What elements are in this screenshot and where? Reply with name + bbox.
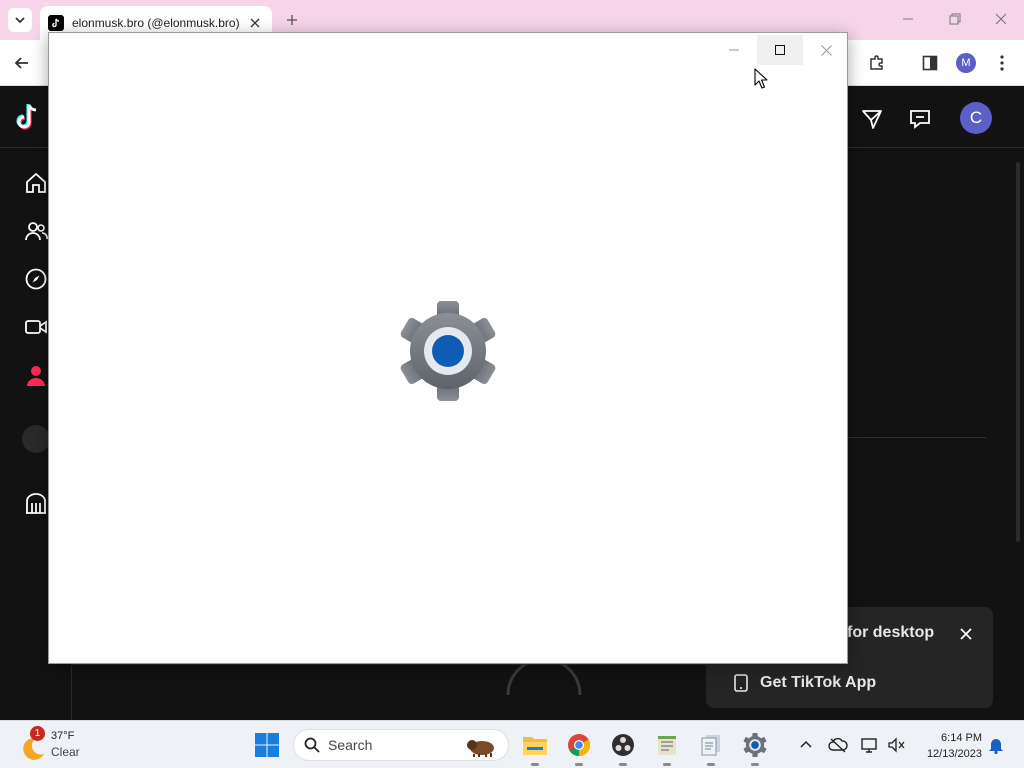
notepad-icon [658,736,676,755]
clock-date: 12/13/2023 [926,748,982,760]
weather-temp: 37°F [51,730,75,742]
plus-icon [287,15,297,25]
chevron-down-icon [15,17,25,24]
document-stack-icon [701,735,720,756]
sidebar-border [71,665,72,720]
settings-maximize-button[interactable] [757,35,803,65]
settings-window [48,32,848,664]
chevron-up-icon [800,740,812,748]
promo-close-button[interactable] [956,624,976,644]
documents-app[interactable] [695,729,727,766]
tiktok-favicon-icon [48,15,64,31]
live-video-icon[interactable] [22,313,50,341]
home-icon[interactable] [22,169,50,197]
close-icon [960,628,972,640]
file-explorer-app[interactable] [519,729,551,766]
settings-gear-icon [743,733,767,757]
more-vertical-icon [1000,55,1004,71]
content-bottom-border [72,664,712,665]
explore-compass-icon[interactable] [22,265,50,293]
running-indicator [531,763,539,766]
weather-condition: Clear [51,745,80,759]
chrome-icon [568,734,590,756]
volume-muted-icon[interactable] [886,735,906,755]
notepad-app[interactable] [651,729,683,766]
tiktok-logo-icon[interactable] [14,103,42,131]
running-indicator [751,763,759,766]
search-icon [304,737,320,753]
close-icon [995,13,1007,25]
user-avatar[interactable]: C [960,102,992,134]
running-indicator [663,763,671,766]
browser-restore-button[interactable] [944,8,966,30]
taskbar: 1 37°F Clear Search 6:14 PM 12/13/2023 [0,720,1024,768]
close-icon [820,44,832,56]
phone-icon [734,674,748,692]
notifications-bell-icon[interactable] [986,735,1006,755]
tab-title: elonmusk.bro (@elonmusk.bro) [72,16,240,30]
settings-gear-icon [400,301,496,401]
network-icon[interactable] [860,735,880,755]
minimize-icon [729,49,739,51]
chrome-app[interactable] [563,729,595,766]
running-indicator [619,763,627,766]
settings-close-button[interactable] [803,35,849,65]
close-icon [250,18,260,28]
search-placeholder: Search [328,737,373,753]
obs-app[interactable] [607,729,639,766]
maximize-icon [775,45,785,55]
running-indicator [575,763,583,766]
following-icon[interactable] [22,217,50,245]
loading-placeholder-icon [22,425,50,453]
running-indicator [707,763,715,766]
side-panel-button[interactable] [918,51,942,75]
show-hidden-icons-button[interactable] [796,735,816,755]
browser-menu-button[interactable] [990,51,1014,75]
get-app-button[interactable]: Get TikTok App [706,665,993,701]
arrow-left-icon [14,57,28,69]
tab-search-button[interactable] [8,8,32,32]
weather-badge: 1 [30,726,45,741]
get-app-label: Get TikTok App [760,674,877,691]
taskbar-search[interactable]: Search [293,729,509,761]
museum-icon[interactable] [22,490,50,518]
puzzle-icon [870,55,883,70]
upload-icon[interactable] [858,105,886,133]
obs-icon [612,734,634,756]
taskbar-clock[interactable]: 6:14 PM 12/13/2023 [916,730,982,762]
back-button[interactable] [10,51,34,75]
profile-button[interactable]: M [956,53,976,73]
extensions-button[interactable] [865,51,889,75]
new-tab-button[interactable] [282,10,302,30]
weather-widget[interactable]: 1 37°F Clear [16,726,106,763]
start-button[interactable] [254,732,280,758]
mouse-cursor-icon [754,68,768,89]
windows-logo-icon [255,733,279,757]
settings-app[interactable] [739,729,771,766]
tab-close-button[interactable] [246,14,264,32]
folder-icon [523,737,547,755]
browser-close-button[interactable] [990,8,1012,30]
settings-minimize-button[interactable] [711,35,757,65]
clock-time: 6:14 PM [941,732,982,744]
messages-icon[interactable] [906,105,934,133]
screen: elonmusk.bro (@elonmusk.bro) M C for des… [0,0,1024,768]
side-panel-icon [922,55,938,71]
browser-minimize-button[interactable] [897,8,919,30]
restore-icon [949,13,961,25]
bison-search-highlight-icon [467,740,494,757]
page-scrollbar[interactable] [1016,162,1020,542]
minimize-icon [903,18,913,20]
profile-icon[interactable] [22,362,50,390]
promo-title: for desktop [847,624,935,641]
loading-spinner-icon [506,662,582,696]
onedrive-offline-icon[interactable] [828,735,848,755]
content-divider [848,437,986,438]
